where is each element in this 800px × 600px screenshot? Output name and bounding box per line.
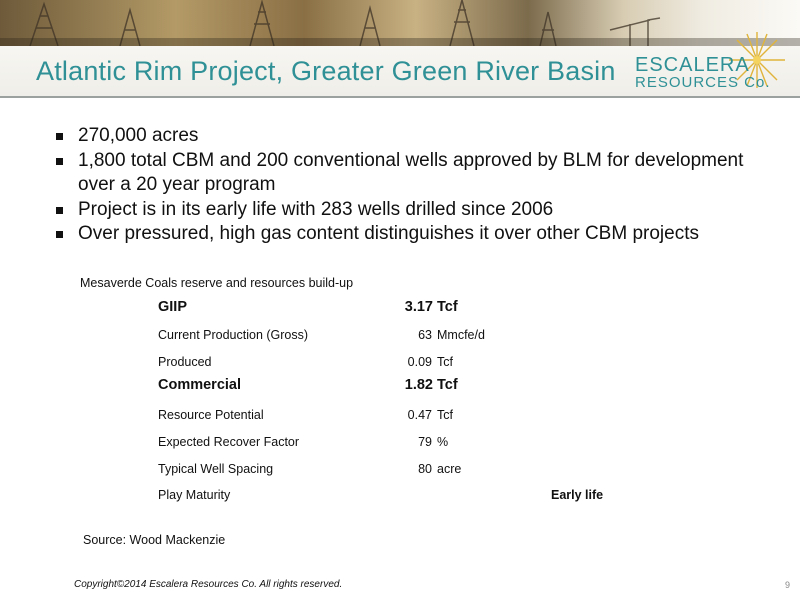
bullet-item: 1,800 total CBM and 200 conventional wel… xyxy=(56,149,756,198)
table-row: GIIP 3.17 Tcf xyxy=(158,299,458,315)
table-row: Play Maturity Early life xyxy=(158,488,604,502)
bullet-list: 270,000 acres 1,800 total CBM and 200 co… xyxy=(56,124,756,247)
square-bullet-icon xyxy=(56,133,63,140)
table-row: Typical Well Spacing 80 acre xyxy=(158,462,462,476)
company-logo: ESCALERA RESOURCES Co. xyxy=(615,30,790,94)
slide-title: Atlantic Rim Project, Greater Green Rive… xyxy=(36,56,616,86)
square-bullet-icon xyxy=(56,157,63,165)
logo-line-2: RESOURCES Co. xyxy=(635,74,771,91)
copyright-footer: Copyright©2014 Escalera Resources Co. Al… xyxy=(74,579,343,590)
table-caption: Mesaverde Coals reserve and resources bu… xyxy=(80,276,354,290)
square-bullet-icon xyxy=(56,206,63,214)
table-row: Produced 0.09 Tcf xyxy=(158,355,453,369)
square-bullet-icon xyxy=(56,231,63,238)
source-note: Source: Wood Mackenzie xyxy=(83,533,226,547)
table-row: Resource Potential 0.47 Tcf xyxy=(158,408,453,422)
bullet-item: 270,000 acres xyxy=(56,124,756,149)
table-row: Current Production (Gross) 63 Mmcfe/d xyxy=(158,328,485,342)
bullet-item: Project is in its early life with 283 we… xyxy=(56,198,756,223)
table-row: Expected Recover Factor 79 % xyxy=(158,435,449,449)
bullet-item: Over pressured, high gas content disting… xyxy=(56,222,756,247)
table-row: Commercial 1.82 Tcf xyxy=(158,377,458,393)
page-number: 9 xyxy=(785,580,791,590)
